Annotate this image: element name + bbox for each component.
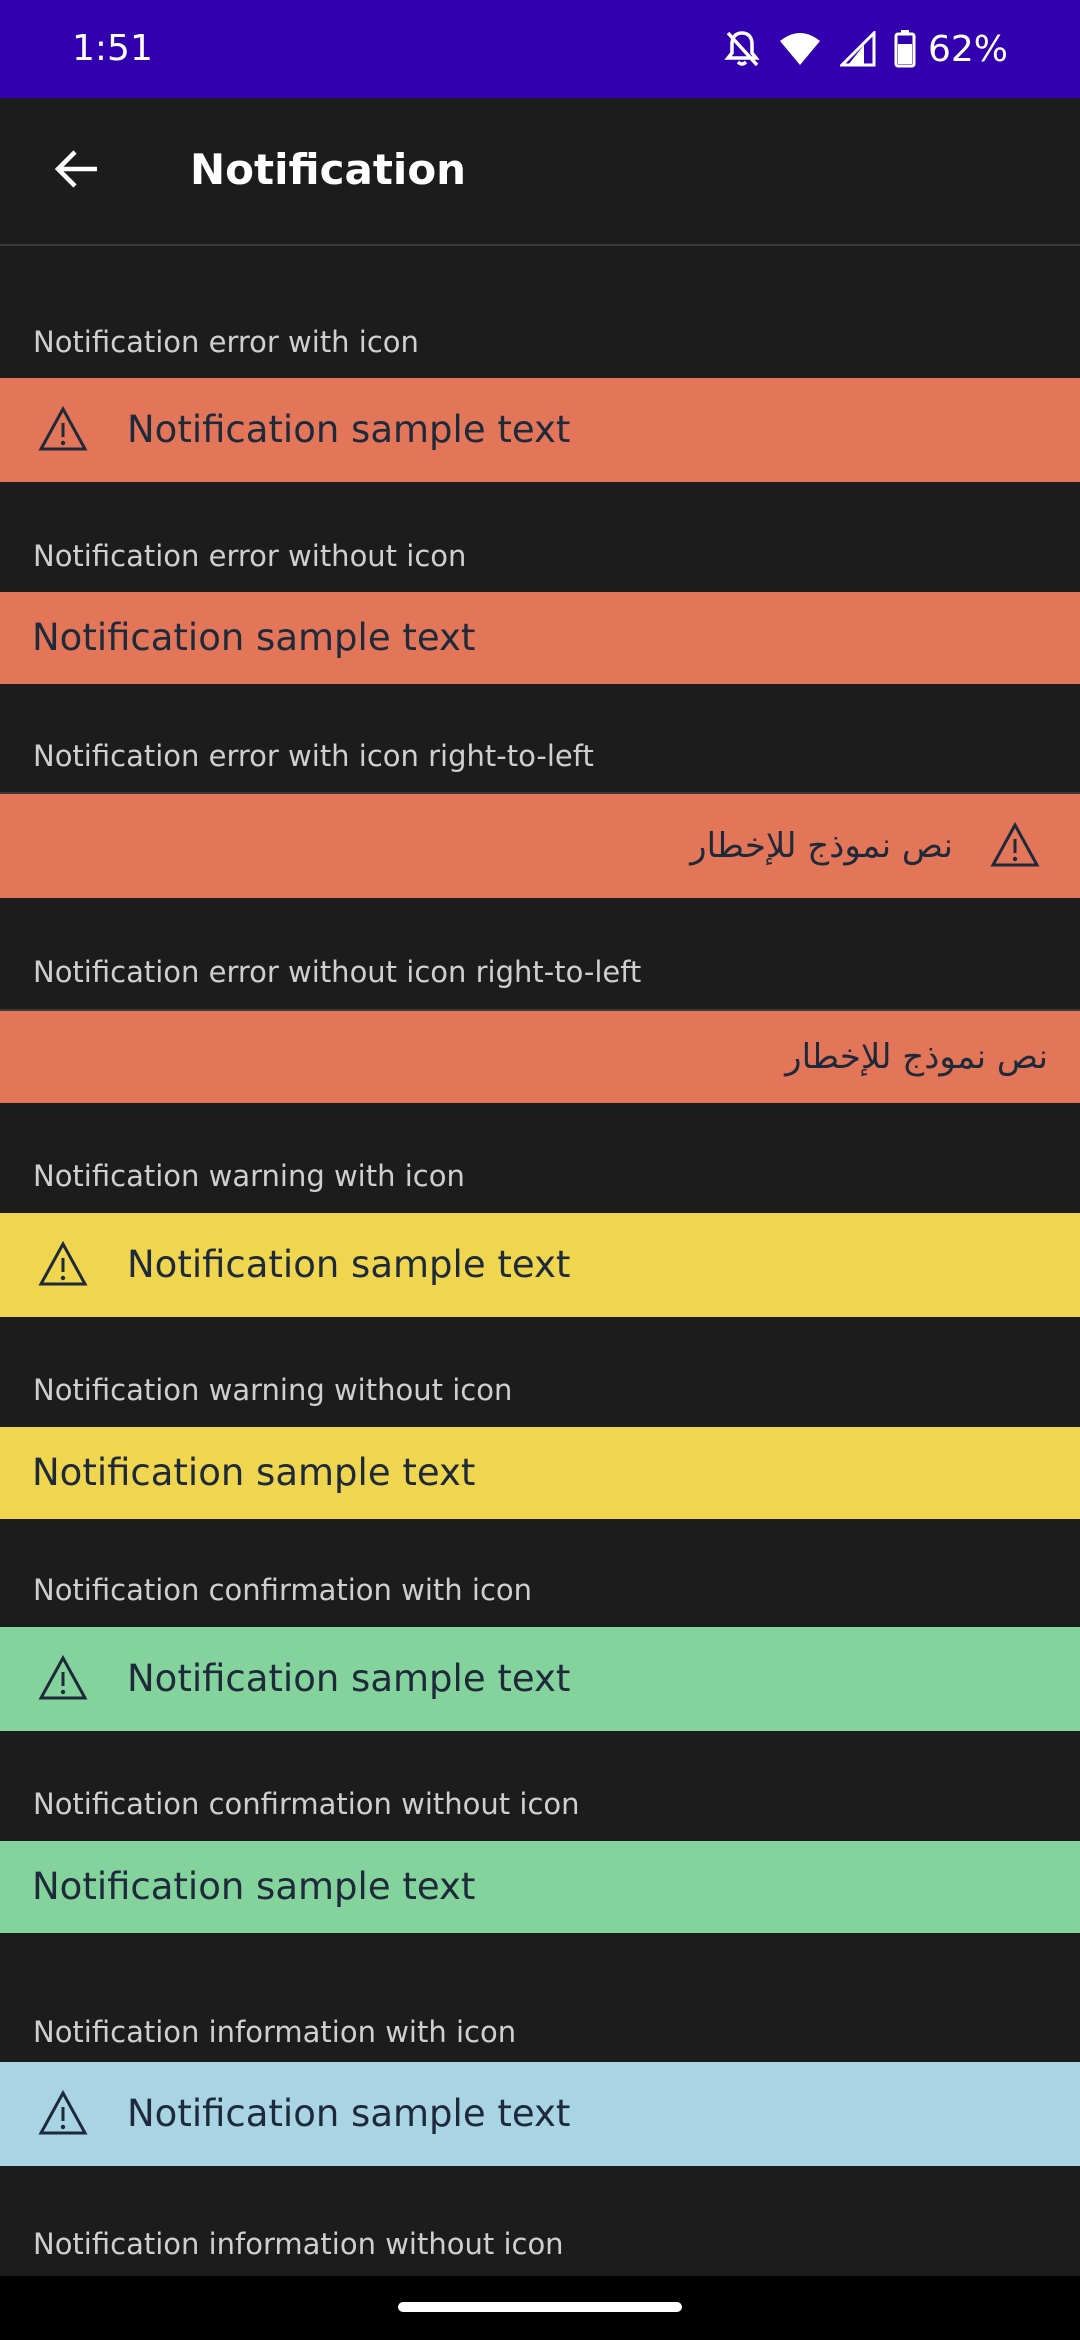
section-label: Notification information without icon <box>33 2227 564 2261</box>
section-label: Notification information with icon <box>33 2015 517 2049</box>
system-navigation-bar <box>0 2276 1080 2340</box>
notification-confirmation-without-icon: Notification sample text <box>0 1841 1080 1933</box>
warning-triangle-icon <box>990 821 1040 871</box>
status-icons: 62% <box>724 24 1008 74</box>
notification-confirmation-with-icon: Notification sample text <box>0 1627 1080 1731</box>
notification-text: Notification sample text <box>127 408 571 451</box>
notification-error-with-icon-rtl: نص نموذج للإخطار <box>0 794 1080 898</box>
section-label: Notification warning without icon <box>33 1373 513 1407</box>
notification-warning-without-icon: Notification sample text <box>0 1427 1080 1519</box>
section-label: Notification error without icon <box>33 539 467 573</box>
section-label: Notification error with icon <box>33 325 419 359</box>
warning-triangle-icon <box>38 1654 88 1704</box>
warning-triangle-icon <box>38 2089 88 2139</box>
notification-error-with-icon: Notification sample text <box>0 378 1080 482</box>
battery-percentage: 62% <box>927 28 1008 70</box>
app-bar: Notification <box>0 98 1080 246</box>
notification-text: Notification sample text <box>127 1243 571 1286</box>
battery-icon <box>894 30 916 68</box>
wifi-icon <box>778 31 822 67</box>
warning-triangle-icon <box>38 405 88 455</box>
warning-triangle-icon <box>38 1240 88 1290</box>
status-bar: 1:51 62% <box>0 0 1080 98</box>
notification-error-without-icon-rtl: نص نموذج للإخطار <box>0 1011 1080 1103</box>
notification-text: Notification sample text <box>32 1451 476 1494</box>
notification-warning-with-icon: Notification sample text <box>0 1213 1080 1317</box>
notification-text: Notification sample text <box>127 1657 571 1700</box>
section-label: Notification warning with icon <box>33 1159 465 1193</box>
notification-error-without-icon: Notification sample text <box>0 592 1080 684</box>
section-label: Notification error without icon right-to… <box>33 955 642 989</box>
notification-text: نص نموذج للإخطار <box>690 826 953 866</box>
notification-text: Notification sample text <box>127 2092 571 2135</box>
status-time: 1:51 <box>72 28 153 69</box>
notification-text: Notification sample text <box>32 616 476 659</box>
notifications-off-icon <box>724 29 760 69</box>
notification-information-with-icon: Notification sample text <box>0 2062 1080 2166</box>
section-label: Notification confirmation without icon <box>33 1787 580 1821</box>
section-label: Notification error with icon right-to-le… <box>33 739 594 773</box>
home-gesture-handle[interactable] <box>398 2302 682 2312</box>
arrow-back-icon <box>53 145 101 197</box>
notification-text: Notification sample text <box>32 1865 476 1908</box>
signal-icon <box>839 31 876 67</box>
notification-text: نص نموذج للإخطار <box>785 1037 1048 1077</box>
back-button[interactable] <box>44 138 110 204</box>
page-title: Notification <box>190 145 467 194</box>
section-label: Notification confirmation with icon <box>33 1573 533 1607</box>
